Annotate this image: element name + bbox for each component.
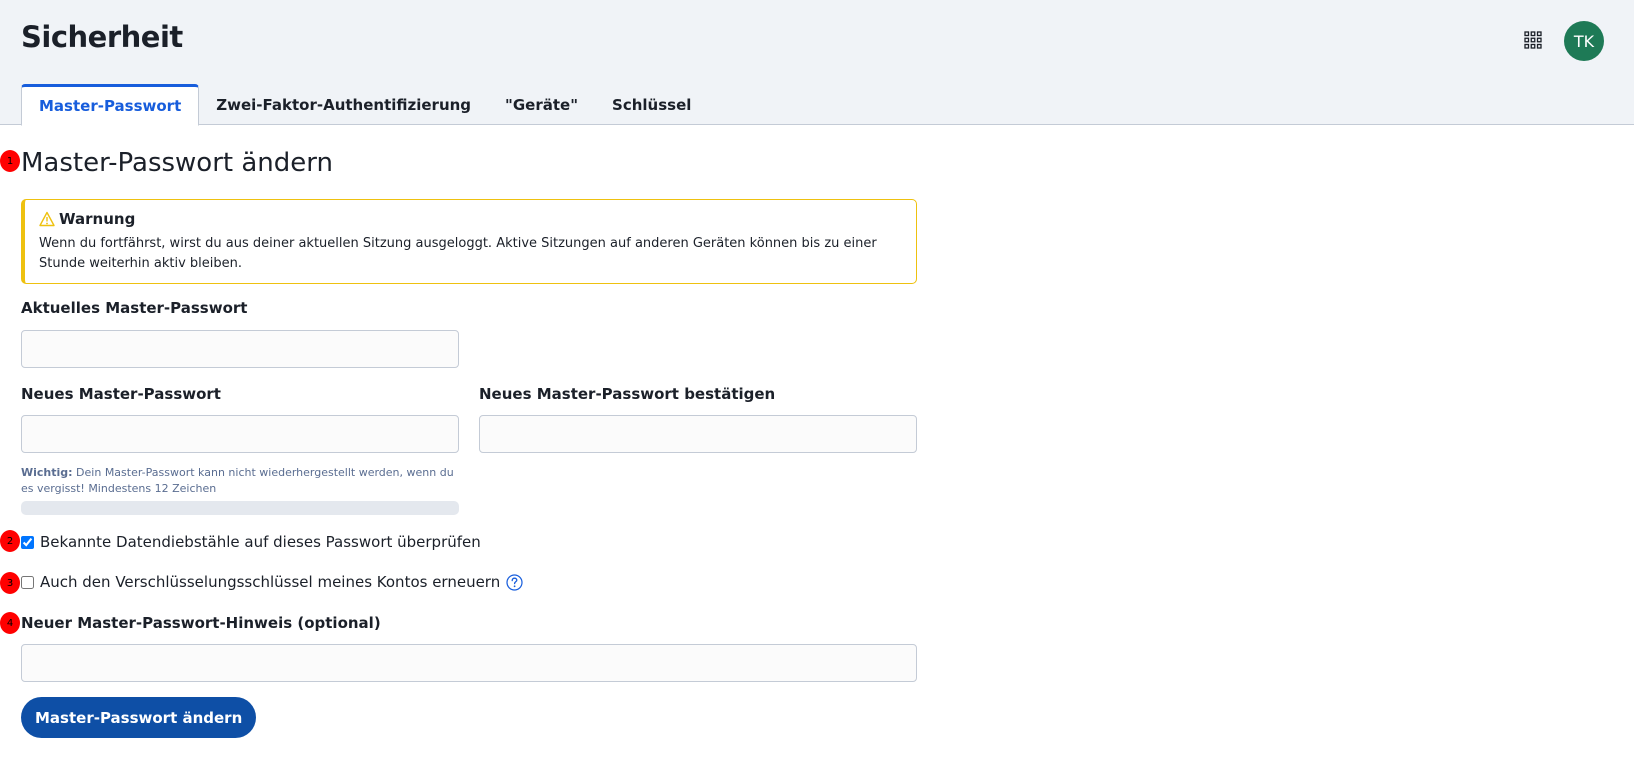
password-hint-text: Wichtig: Dein Master-Passwort kann nicht… [21, 465, 461, 497]
warning-callout: Warnung Wenn du fortfährst, wirst du aus… [21, 199, 917, 284]
password-strength-bar [21, 501, 459, 515]
confirm-password-input[interactable] [479, 415, 917, 453]
tab-master-password[interactable]: Master-Passwort [21, 84, 200, 126]
warning-icon [39, 211, 55, 227]
password-hint-input[interactable] [21, 644, 917, 682]
annotation-marker-3: 3 [0, 572, 20, 594]
hint-strong: Wichtig: [21, 466, 73, 479]
tab-keys[interactable]: Schlüssel [595, 84, 708, 125]
annotation-marker-1: 1 [0, 150, 20, 172]
tab-bar: Master-Passwort Zwei-Faktor-Authentifizi… [21, 84, 708, 126]
breach-checkbox[interactable] [21, 535, 34, 549]
rotate-key-checkbox[interactable] [21, 575, 34, 589]
hint-body: Dein Master-Passwort kann nicht wiederhe… [21, 466, 454, 495]
tab-two-factor[interactable]: Zwei-Faktor-Authentifizierung [199, 84, 488, 125]
breach-checkbox-label: Bekannte Datendiebstähle auf dieses Pass… [40, 533, 481, 551]
confirm-password-label: Neues Master-Passwort bestätigen [479, 385, 776, 403]
page-title: Sicherheit [21, 20, 183, 54]
change-password-button[interactable]: Master-Passwort ändern [21, 697, 257, 738]
new-password-input[interactable] [21, 415, 459, 453]
new-password-label: Neues Master-Passwort [21, 385, 221, 403]
annotation-marker-2: 2 [0, 530, 20, 552]
avatar[interactable]: TK [1564, 21, 1604, 61]
warning-title: Warnung [59, 210, 136, 228]
help-icon[interactable] [506, 573, 523, 591]
tab-devices[interactable]: "Geräte" [488, 84, 595, 125]
rotate-key-checkbox-label: Auch den Verschlüsselungsschlüssel meine… [40, 573, 501, 591]
current-password-label: Aktuelles Master-Passwort [21, 299, 248, 317]
page-header: Sicherheit TK Master-Passwort Zwei-Fakto… [0, 0, 1634, 126]
annotation-marker-4: 4 [0, 612, 20, 634]
breach-check-row[interactable]: Bekannte Datendiebstähle auf dieses Pass… [21, 533, 481, 551]
section-title: Master-Passwort ändern [21, 148, 333, 178]
current-password-input[interactable] [21, 330, 459, 368]
grid-apps-icon[interactable] [1524, 31, 1542, 49]
warning-text: Wenn du fortfährst, wirst du aus deiner … [39, 236, 877, 271]
password-hint-field-label: Neuer Master-Passwort-Hinweis (optional) [21, 614, 381, 632]
rotate-key-row[interactable]: Auch den Verschlüsselungsschlüssel meine… [21, 573, 523, 591]
